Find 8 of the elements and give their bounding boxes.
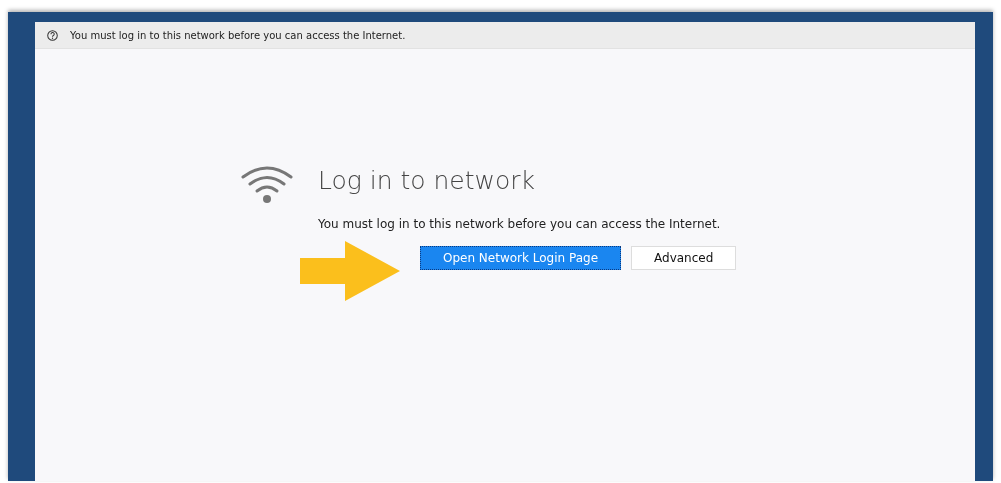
arrow-icon [300, 241, 400, 301]
notification-text: You must log in to this network before you can access the Internet. [70, 29, 406, 41]
help-icon [47, 29, 58, 41]
page-title: Log in to network [318, 166, 537, 195]
wifi-icon [240, 165, 294, 205]
advanced-button[interactable]: Advanced [631, 246, 737, 270]
page-message: You must log in to this network before you can access the Internet. [318, 217, 722, 231]
login-page-button[interactable]: Open Network Login Page [420, 246, 622, 270]
